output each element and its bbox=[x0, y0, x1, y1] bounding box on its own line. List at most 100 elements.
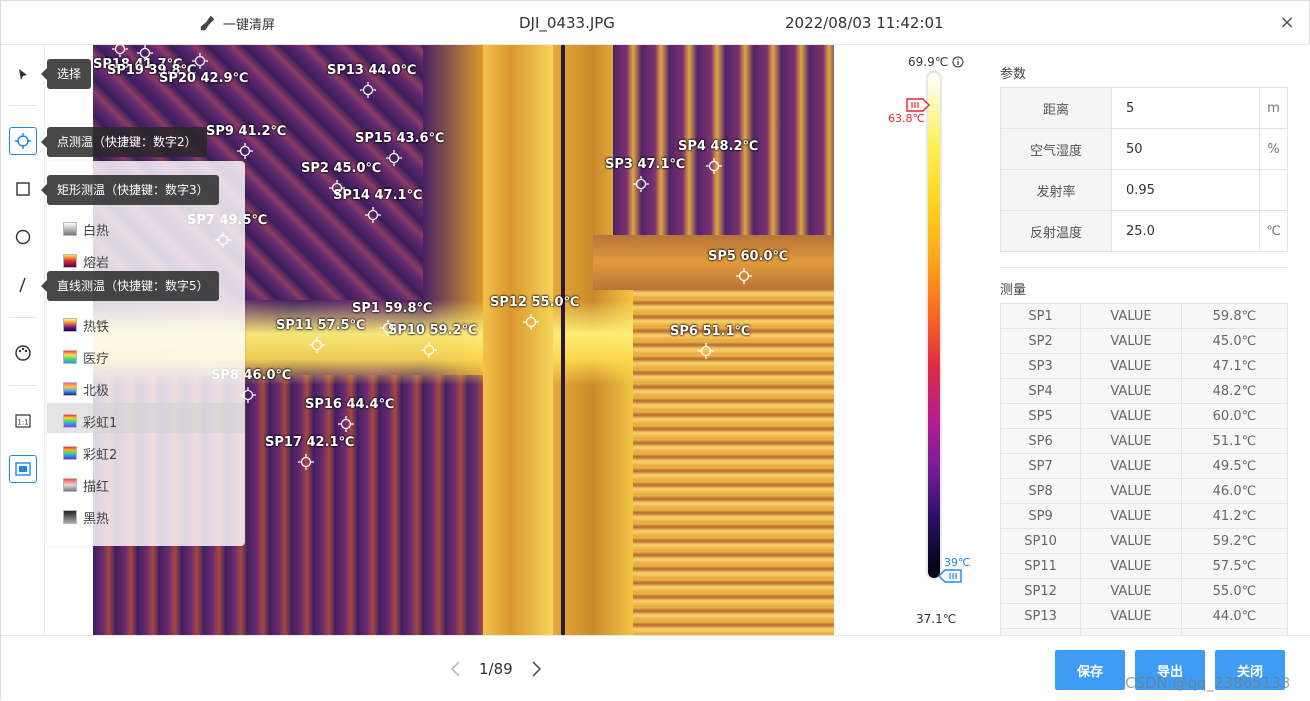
palette-option[interactable]: 彩虹1 bbox=[63, 410, 117, 432]
spot-marker-icon[interactable] bbox=[386, 150, 402, 166]
measurement-temp: 57.5℃ bbox=[1180, 553, 1288, 579]
point-measure-tool-button[interactable] bbox=[9, 127, 37, 155]
palette-tool-button[interactable] bbox=[9, 339, 37, 367]
spot-label: SP12 55.0℃ bbox=[490, 295, 580, 310]
spot-marker-icon[interactable] bbox=[698, 343, 714, 359]
upper-limit-handle-icon[interactable] bbox=[906, 98, 930, 112]
rect-measure-tool-button[interactable] bbox=[9, 175, 37, 203]
tool-sidebar: 1:1 bbox=[1, 45, 45, 635]
palette-option-label: 彩虹1 bbox=[83, 415, 118, 431]
spot-marker-icon[interactable] bbox=[523, 314, 539, 330]
measurement-kind: VALUE bbox=[1080, 328, 1182, 354]
spot-marker-icon[interactable] bbox=[706, 158, 722, 174]
spot-marker-icon[interactable] bbox=[633, 176, 649, 192]
measurement-row[interactable]: SP3 VALUE 47.1℃ bbox=[1000, 353, 1288, 379]
measurement-row[interactable]: SP8 VALUE 46.0℃ bbox=[1000, 478, 1288, 504]
param-value-input[interactable]: 0.95 bbox=[1111, 169, 1260, 211]
measurement-row[interactable]: SP4 VALUE 48.2℃ bbox=[1000, 378, 1288, 404]
spot-marker-icon[interactable] bbox=[360, 82, 376, 98]
palette-option-label: 医疗 bbox=[83, 351, 110, 367]
close-icon[interactable]: × bbox=[1277, 13, 1297, 33]
palette-option-label: 北极 bbox=[83, 383, 110, 399]
palette-option[interactable]: 热铁 bbox=[63, 314, 109, 336]
measurement-row[interactable]: SP10 VALUE 59.2℃ bbox=[1000, 528, 1288, 554]
palette-option[interactable]: 医疗 bbox=[63, 346, 109, 368]
toolbar-divider bbox=[9, 105, 37, 106]
measurement-row[interactable]: SP5 VALUE 60.0℃ bbox=[1000, 403, 1288, 429]
param-row: 反射温度 25.0 ℃ bbox=[1000, 210, 1288, 252]
palette-option[interactable]: 黑热 bbox=[63, 506, 109, 528]
measurements-scroll[interactable]: SP1 VALUE 59.8℃ SP2 VALUE 45.0℃ SP3 VALUE 47.1℃ S… bbox=[1000, 303, 1288, 635]
spot-marker-icon[interactable] bbox=[237, 143, 253, 159]
param-label: 反射温度 bbox=[1000, 210, 1112, 252]
measurement-row[interactable]: SP13 VALUE 44.0℃ bbox=[1000, 603, 1288, 629]
param-value-input[interactable]: 25.0 bbox=[1111, 210, 1260, 252]
spot-marker-icon[interactable] bbox=[112, 45, 128, 57]
spot-marker-icon[interactable] bbox=[329, 180, 345, 196]
palette-menu: 白热 熔岩 热铁 医疗 北极 彩虹1 彩虹2 描红 黑热 bbox=[47, 161, 245, 546]
select-tool-button[interactable] bbox=[9, 61, 37, 89]
spot-label: SP5 60.0℃ bbox=[708, 249, 789, 264]
svg-text:1:1: 1:1 bbox=[17, 419, 28, 427]
next-page-icon[interactable] bbox=[529, 660, 543, 678]
measurement-temp: 59.8℃ bbox=[1180, 303, 1288, 329]
palette-option[interactable]: 彩虹2 bbox=[63, 442, 117, 464]
measurement-name: SP10 bbox=[1000, 528, 1082, 554]
param-row: 空气湿度 50 % bbox=[1000, 128, 1288, 170]
square-icon bbox=[16, 182, 30, 196]
prev-page-icon[interactable] bbox=[449, 660, 463, 678]
spot-marker-icon[interactable] bbox=[298, 454, 314, 470]
measurement-kind: VALUE bbox=[1080, 453, 1182, 479]
measurement-row[interactable]: SP6 VALUE 51.1℃ bbox=[1000, 428, 1288, 454]
param-unit bbox=[1259, 169, 1288, 211]
spot-marker-icon[interactable] bbox=[137, 45, 153, 61]
circle-measure-tool-button[interactable] bbox=[9, 223, 37, 251]
param-row: 发射率 0.95 bbox=[1000, 169, 1288, 211]
measurement-name: SP3 bbox=[1000, 353, 1082, 379]
fit-screen-button[interactable] bbox=[9, 455, 37, 483]
info-icon[interactable] bbox=[952, 56, 964, 68]
spot-marker-icon[interactable] bbox=[421, 342, 437, 358]
clear-screen-button[interactable]: 一键清屏 bbox=[199, 13, 275, 33]
measurement-row[interactable]: SP9 VALUE 41.2℃ bbox=[1000, 503, 1288, 529]
thermal-road-line bbox=[561, 45, 565, 635]
clear-screen-label: 一键清屏 bbox=[223, 17, 276, 33]
param-value-input[interactable]: 5 bbox=[1111, 87, 1260, 129]
spot-marker-icon[interactable] bbox=[736, 268, 752, 284]
palette-option[interactable]: 描红 bbox=[63, 474, 109, 496]
palette-option-label: 熔岩 bbox=[83, 255, 110, 271]
spot-marker-icon[interactable] bbox=[338, 416, 354, 432]
actual-size-button[interactable]: 1:1 bbox=[9, 407, 37, 435]
spot-marker-icon[interactable] bbox=[309, 337, 325, 353]
line-icon bbox=[19, 277, 26, 293]
spot-marker-icon[interactable] bbox=[365, 207, 381, 223]
palette-swatch bbox=[63, 478, 77, 492]
palette-option[interactable]: 熔岩 bbox=[63, 250, 109, 272]
spot-label: SP1 59.8℃ bbox=[352, 301, 433, 316]
thermal-road bbox=[483, 45, 553, 635]
measurement-row[interactable]: SP12 VALUE 55.0℃ bbox=[1000, 578, 1288, 604]
circle-icon bbox=[15, 229, 31, 245]
toolbar-divider bbox=[9, 385, 37, 386]
measurement-row[interactable]: SP7 VALUE 49.5℃ bbox=[1000, 453, 1288, 479]
spot-marker-icon[interactable] bbox=[380, 320, 396, 336]
measurement-row[interactable]: SP2 VALUE 45.0℃ bbox=[1000, 328, 1288, 354]
measurement-row[interactable]: SP1 VALUE 59.8℃ bbox=[1000, 303, 1288, 329]
measurement-row[interactable]: SP11 VALUE 57.5℃ bbox=[1000, 553, 1288, 579]
param-label: 距离 bbox=[1000, 87, 1112, 129]
lower-limit-handle-icon[interactable] bbox=[938, 569, 962, 583]
palette-icon bbox=[15, 345, 31, 361]
palette-option-label: 彩虹2 bbox=[83, 447, 118, 463]
palette-swatch bbox=[63, 254, 77, 268]
file-name: DJI_0433.JPG bbox=[519, 14, 615, 32]
palette-option-label: 描红 bbox=[83, 479, 110, 495]
spot-marker-icon[interactable] bbox=[192, 53, 208, 69]
line-measure-tool-button[interactable] bbox=[9, 271, 37, 299]
palette-option[interactable]: 白热 bbox=[63, 218, 109, 240]
save-button[interactable]: 保存 bbox=[1055, 650, 1125, 690]
measurement-kind: VALUE bbox=[1080, 603, 1182, 629]
param-value-input[interactable]: 50 bbox=[1111, 128, 1260, 170]
palette-option[interactable]: 北极 bbox=[63, 378, 109, 400]
measurements-table: SP1 VALUE 59.8℃ SP2 VALUE 45.0℃ SP3 VALUE 47.1℃ S… bbox=[1000, 303, 1288, 635]
measurement-kind: VALUE bbox=[1080, 378, 1182, 404]
